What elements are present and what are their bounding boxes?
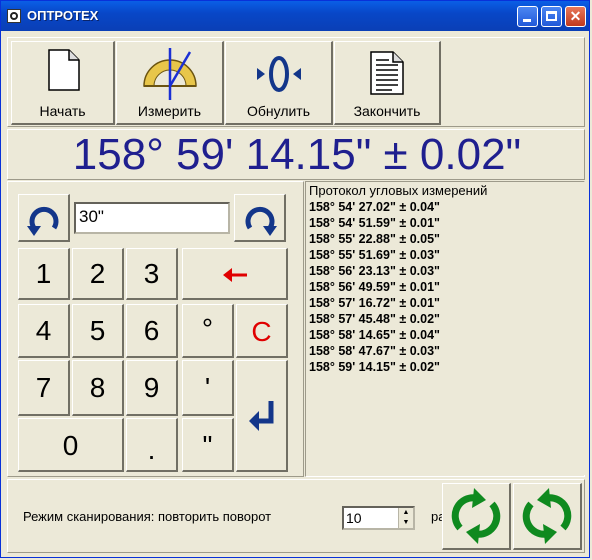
rotate-ccw-step-button[interactable] [18, 194, 70, 242]
window-title: ОПТРОТЕХ [27, 8, 99, 23]
key-5[interactable]: 5 [72, 304, 124, 358]
log-row: 158° 55' 22.88" ± 0.05" [309, 232, 440, 246]
key-5-label: 5 [89, 315, 106, 346]
spin-down-icon[interactable]: ▼ [399, 518, 413, 528]
key-2[interactable]: 2 [72, 248, 124, 300]
rotate-ccw-green-icon [451, 488, 501, 544]
text-document-icon [370, 51, 404, 95]
repeat-count-spinner[interactable]: 10 ▲ ▼ [342, 506, 415, 530]
key-8[interactable]: 8 [72, 360, 124, 416]
maximize-button[interactable] [541, 6, 562, 27]
key-9[interactable]: 9 [126, 360, 178, 416]
log-row: 158° 54' 27.02" ± 0.04" [309, 200, 440, 214]
rotate-right-icon [245, 206, 277, 236]
log-row: 158° 54' 51.59" ± 0.01" [309, 216, 440, 230]
scan-rotate-ccw-button[interactable] [442, 483, 511, 550]
rotate-cw-step-button[interactable] [234, 194, 286, 242]
app-icon [7, 9, 21, 23]
key-7-label: 7 [35, 372, 52, 403]
log-title: Протокол угловых измерений [309, 183, 488, 198]
key-minute[interactable]: ' [182, 360, 234, 416]
key-4[interactable]: 4 [18, 304, 70, 358]
finish-button[interactable]: Закончить [334, 41, 441, 125]
rotate-left-icon [27, 206, 59, 236]
key-1[interactable]: 1 [18, 248, 70, 300]
measure-label: Измерить [137, 103, 202, 119]
enter-button[interactable] [236, 360, 288, 472]
rotate-cw-green-icon [522, 488, 572, 544]
key-dot[interactable]: . [126, 418, 178, 472]
key-6[interactable]: 6 [126, 304, 178, 358]
close-button[interactable]: ✕ [565, 6, 586, 27]
log-row: 158° 57' 16.72" ± 0.01" [309, 296, 440, 310]
angle-readout: 158° 59' 14.15" ± 0.02" [72, 130, 522, 179]
app-window: ОПТРОТЕХ ✕ Начать Измерить Обнулить Зако… [0, 0, 590, 558]
title-bar[interactable]: ОПТРОТЕХ ✕ [1, 1, 589, 31]
key-second[interactable]: " [182, 418, 234, 472]
measurement-log[interactable]: Протокол угловых измерений 158° 54' 27.0… [306, 182, 585, 475]
start-button[interactable]: Начать [11, 41, 115, 125]
zero-label: Обнулить [246, 103, 311, 119]
key-0[interactable]: 0 [18, 418, 124, 472]
spin-up-icon[interactable]: ▲ [399, 508, 413, 518]
protractor-icon [142, 48, 197, 100]
scan-mode-label: Режим сканирования: повторить поворот [23, 509, 272, 524]
key-1-label: 1 [35, 258, 52, 289]
key-6-label: 6 [143, 315, 160, 346]
start-label: Начать [39, 103, 86, 119]
key-7[interactable]: 7 [18, 360, 70, 416]
key-second-label: " [202, 430, 213, 461]
log-row: 158° 55' 51.69" ± 0.03" [309, 248, 440, 262]
spinner-buttons: ▲ ▼ [398, 508, 413, 528]
key-degree[interactable]: ° [182, 304, 234, 358]
log-row: 158° 57' 45.48" ± 0.02" [309, 312, 440, 326]
close-icon: ✕ [569, 8, 582, 24]
zero-reset-icon [256, 56, 301, 92]
step-input[interactable]: 30" [74, 202, 230, 234]
backspace-button[interactable] [182, 248, 288, 300]
key-9-label: 9 [143, 372, 160, 403]
minimize-icon [523, 19, 531, 22]
finish-label: Закончить [353, 103, 421, 119]
maximize-icon [546, 11, 557, 21]
measure-button[interactable]: Измерить [116, 41, 224, 125]
key-4-label: 4 [35, 315, 52, 346]
repeat-count-value: 10 [346, 510, 362, 526]
backspace-arrow-icon [223, 268, 247, 282]
log-row: 158° 56' 49.59" ± 0.01" [309, 280, 440, 294]
key-3-label: 3 [143, 258, 160, 289]
new-document-icon [47, 49, 80, 91]
key-dot-label: . [147, 434, 156, 465]
key-degree-label: ° [201, 313, 214, 344]
log-row: 158° 58' 47.67" ± 0.03" [309, 344, 440, 358]
enter-arrow-icon [249, 401, 274, 431]
key-2-label: 2 [89, 258, 106, 289]
key-0-label: 0 [62, 430, 79, 461]
zero-button[interactable]: Обнулить [225, 41, 333, 125]
log-row: 158° 59' 14.15" ± 0.02" [309, 360, 440, 374]
log-row: 158° 56' 23.13" ± 0.03" [309, 264, 440, 278]
key-3[interactable]: 3 [126, 248, 178, 300]
scan-rotate-cw-button[interactable] [513, 483, 582, 550]
clear-label: C [251, 316, 272, 347]
log-row: 158° 58' 14.65" ± 0.04" [309, 328, 440, 342]
key-8-label: 8 [89, 372, 106, 403]
minimize-button[interactable] [517, 6, 538, 27]
clear-button[interactable]: C [236, 304, 288, 358]
key-minute-label: ' [204, 372, 211, 403]
